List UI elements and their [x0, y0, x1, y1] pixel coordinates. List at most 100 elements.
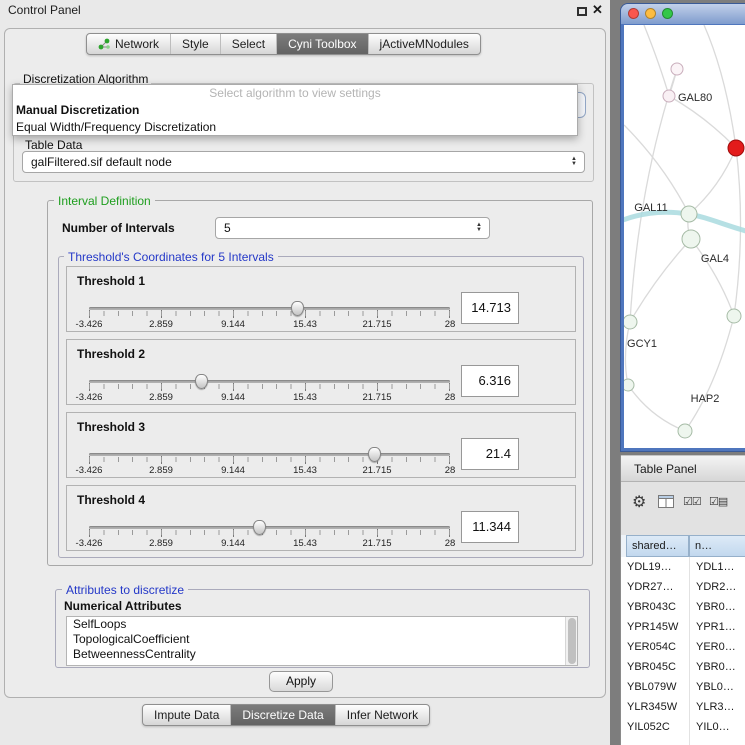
table-row[interactable]: YDR27…YDR2…: [621, 577, 745, 597]
node[interactable]: [681, 206, 697, 222]
cell[interactable]: YIL052C: [621, 717, 689, 737]
cell[interactable]: YPR145W: [621, 617, 689, 637]
cell[interactable]: YER0…: [690, 637, 745, 657]
select-rows-icon[interactable]: ☑▤: [709, 495, 727, 508]
table-row[interactable]: YDL19…YDL1…: [621, 557, 745, 577]
numerical-attributes-list[interactable]: SelfLoops TopologicalCoefficient Between…: [66, 616, 578, 666]
cell[interactable]: YDR2…: [690, 577, 745, 597]
threshold-2-panel: Threshold 2 -3.426 2.859 9.144 15.43 21.…: [66, 339, 576, 405]
slider-scale: -3.426 2.859 9.144 15.43 21.715 28: [89, 538, 450, 550]
table-panel-titlebar: Table Panel: [621, 455, 745, 482]
tab-discretize-data[interactable]: Discretize Data: [230, 705, 334, 725]
threshold-3-slider[interactable]: -3.426 2.859 9.144 15.43 21.715 28: [89, 449, 450, 479]
selected-node[interactable]: [728, 140, 744, 156]
cell[interactable]: YDL1…: [690, 557, 745, 577]
tab-select[interactable]: Select: [220, 34, 276, 54]
node[interactable]: [624, 315, 637, 329]
cell[interactable]: YBR045C: [621, 657, 689, 677]
table-row[interactable]: YBL079WYBL0…: [621, 677, 745, 697]
vertical-scrollbar[interactable]: [565, 617, 577, 665]
node-label: GAL80: [678, 92, 712, 104]
combo-stepper-icon[interactable]: ▲ ▼: [567, 157, 581, 167]
threshold-3-label: Threshold 3: [77, 420, 145, 434]
table-row[interactable]: YBR043CYBR0…: [621, 597, 745, 617]
node[interactable]: [727, 309, 741, 323]
scale-label: 28: [445, 538, 456, 549]
cell[interactable]: YLR345W: [621, 697, 689, 717]
table-data-value: galFiltered.sif default node: [23, 155, 567, 169]
close-traffic-light-icon[interactable]: [628, 8, 639, 19]
threshold-4-slider[interactable]: -3.426 2.859 9.144 15.43 21.715 28: [89, 522, 450, 552]
cell[interactable]: YIL0…: [690, 717, 745, 737]
node[interactable]: [671, 63, 683, 75]
cell[interactable]: YBR0…: [690, 657, 745, 677]
list-item[interactable]: SelfLoops: [67, 617, 577, 632]
table-body[interactable]: YDL19…YDL1… YDR27…YDR2… YBR043CYBR0… YPR…: [621, 557, 745, 745]
scale-label: 21.715: [362, 319, 391, 330]
float-window-icon[interactable]: [577, 7, 587, 16]
network-canvas[interactable]: GAL80 GAL11 GAL4 GCY1 HAP2: [624, 25, 745, 448]
table-row[interactable]: YLR345WYLR3…: [621, 697, 745, 717]
tab-network[interactable]: Network: [87, 34, 170, 54]
threshold-4-panel: Threshold 4 -3.426 2.859 9.144 15.43 21.…: [66, 485, 576, 551]
scale-label: -3.426: [76, 538, 103, 549]
columns-icon[interactable]: [658, 495, 674, 508]
threshold-4-value[interactable]: 11.344: [461, 511, 519, 543]
select-columns-icon[interactable]: ☑☑: [683, 495, 701, 508]
node[interactable]: [678, 424, 692, 438]
algorithm-dropdown-menu: Select algorithm to view settings Manual…: [12, 84, 578, 136]
minimize-traffic-light-icon[interactable]: [645, 8, 656, 19]
node-labels: GAL80 GAL11 GAL4 GCY1 HAP2: [627, 92, 729, 405]
close-icon[interactable]: ✕: [592, 2, 603, 18]
slider-handle[interactable]: [253, 520, 266, 535]
table-row[interactable]: YER054CYER0…: [621, 637, 745, 657]
gear-icon[interactable]: ⚙: [632, 492, 646, 512]
zoom-traffic-light-icon[interactable]: [662, 8, 673, 19]
cell[interactable]: YBL079W: [621, 677, 689, 697]
cell[interactable]: YDR27…: [621, 577, 689, 597]
cell[interactable]: YPR1…: [690, 617, 745, 637]
cell[interactable]: YBR0…: [690, 597, 745, 617]
table-panel-title: Table Panel: [634, 462, 697, 476]
scale-label: 2.859: [149, 392, 173, 403]
combo-stepper-icon[interactable]: ▲ ▼: [472, 223, 486, 233]
node[interactable]: [663, 90, 675, 102]
threshold-3-panel: Threshold 3 -3.426 2.859 9.144 15.43 21.…: [66, 412, 576, 478]
table-row[interactable]: YPR145WYPR1…: [621, 617, 745, 637]
scrollbar-thumb[interactable]: [568, 618, 576, 664]
tab-cyni-toolbox[interactable]: Cyni Toolbox: [276, 34, 367, 54]
node[interactable]: [682, 230, 700, 248]
threshold-2-label: Threshold 2: [77, 347, 145, 361]
column-header-shared-name[interactable]: shared…: [626, 535, 689, 557]
threshold-1-slider[interactable]: -3.426 2.859 9.144 15.43 21.715 28: [89, 303, 450, 333]
dropdown-option-manual-discretization[interactable]: Manual Discretization: [13, 102, 577, 119]
threshold-1-value[interactable]: 14.713: [461, 292, 519, 324]
threshold-2-slider[interactable]: -3.426 2.859 9.144 15.43 21.715 28: [89, 376, 450, 406]
tab-impute-data[interactable]: Impute Data: [143, 705, 230, 725]
threshold-1-label: Threshold 1: [77, 274, 145, 288]
tab-infer-network[interactable]: Infer Network: [335, 705, 429, 725]
cell[interactable]: YDL19…: [621, 557, 689, 577]
list-item[interactable]: TopologicalCoefficient: [67, 632, 577, 647]
threshold-3-value[interactable]: 21.4: [461, 438, 519, 470]
cell[interactable]: YLR3…: [690, 697, 745, 717]
node[interactable]: [624, 379, 634, 391]
cell[interactable]: YBL0…: [690, 677, 745, 697]
threshold-2-value[interactable]: 6.316: [461, 365, 519, 397]
table-row[interactable]: YBR045CYBR0…: [621, 657, 745, 677]
apply-button[interactable]: Apply: [269, 671, 333, 692]
table-data-combo[interactable]: galFiltered.sif default node ▲ ▼: [22, 151, 585, 173]
tab-jactivemnodules[interactable]: jActiveMNodules: [368, 34, 480, 54]
list-item[interactable]: BetweennessCentrality: [67, 647, 577, 662]
tab-label: Select: [232, 37, 265, 51]
table-row[interactable]: YIL052CYIL0…: [621, 717, 745, 737]
network-window-titlebar[interactable]: [621, 4, 745, 24]
tab-style[interactable]: Style: [170, 34, 220, 54]
network-nodes[interactable]: [624, 63, 744, 438]
cell[interactable]: YBR043C: [621, 597, 689, 617]
cell[interactable]: YER054C: [621, 637, 689, 657]
threshold-4-label: Threshold 4: [77, 493, 145, 507]
dropdown-option-equal-width[interactable]: Equal Width/Frequency Discretization: [13, 119, 577, 136]
column-header-name[interactable]: n…: [689, 535, 745, 557]
number-of-intervals-combo[interactable]: 5 ▲ ▼: [215, 217, 490, 239]
